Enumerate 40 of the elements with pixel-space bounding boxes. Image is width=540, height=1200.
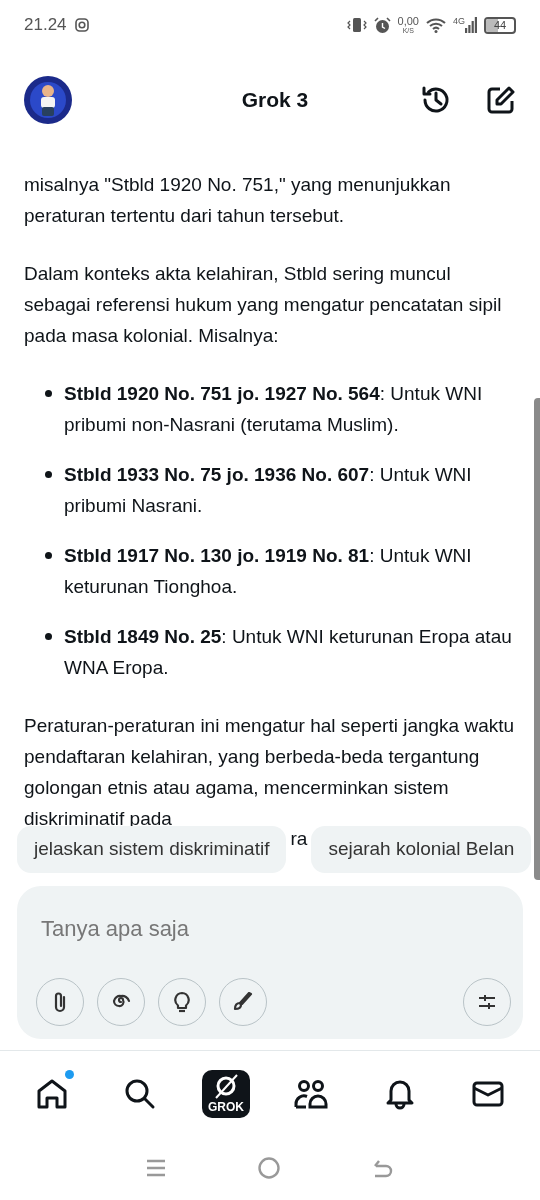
- list-item-text: Stbld 1933 No. 75 jo. 1936 No. 607: Untuk WNI pribumi Nasrani.: [64, 463, 473, 518]
- brush-icon: [233, 992, 253, 1012]
- bullet-icon: [45, 390, 52, 397]
- history-icon[interactable]: [420, 84, 452, 116]
- network-type: 4G: [453, 17, 465, 26]
- battery-level: 44: [493, 19, 507, 31]
- home-button-icon[interactable]: [258, 1157, 280, 1179]
- bullet-icon: [45, 471, 52, 478]
- grok-logo-icon: [213, 1074, 239, 1100]
- people-icon: [294, 1078, 330, 1109]
- bullet-icon: [45, 633, 52, 640]
- list-item-text: Stbld 1920 No. 751 jo. 1927 No. 564: Untuk WNI pribumi non-Nasrani (terutama Muslim).: [64, 382, 484, 437]
- recent-apps-icon[interactable]: [146, 1158, 166, 1178]
- camera-icon: [74, 18, 89, 32]
- prompt-input[interactable]: Tanya apa saja: [41, 912, 481, 945]
- home-icon: [36, 1077, 68, 1110]
- mail-icon: [472, 1079, 504, 1108]
- compose-icon[interactable]: [486, 85, 516, 115]
- vibrate-icon: [346, 17, 367, 33]
- grok-tab[interactable]: GROK: [202, 1069, 250, 1118]
- avatar[interactable]: [24, 76, 72, 124]
- message-text: Dalam konteks akta kelahiran, Stbld sering muncul sebagai referensi hukum yang mengatur pencatatan sipil pada masa kolonial. Misalnya:: [24, 262, 503, 348]
- sliders-icon: [477, 993, 497, 1011]
- chat-title: Grok 3: [241, 87, 309, 114]
- alarm-icon: [373, 16, 391, 34]
- list-item-text: Stbld 1849 No. 25: Untuk WNI keturunan Eropa atau WNA Eropa.: [64, 625, 513, 680]
- paperclip-icon: [52, 991, 68, 1013]
- signal-icon: [465, 17, 477, 33]
- message-text: misalnya "Stbld 1920 No. 751," yang menunjukkan peraturan tertentu dari tahun tersebut.: [24, 173, 452, 228]
- status-time: 21.24: [24, 14, 67, 37]
- wifi-icon: [426, 17, 446, 33]
- bullet-icon: [45, 552, 52, 559]
- lightbulb-icon: [173, 991, 191, 1013]
- list-item-text: Stbld 1917 No. 130 jo. 1919 No. 81: Untuk WNI keturunan Tionghoa.: [64, 544, 473, 599]
- scrollbar[interactable]: [534, 398, 540, 880]
- back-icon[interactable]: [372, 1158, 394, 1178]
- network-speed: 0,00: [397, 16, 419, 27]
- suggestion-chip[interactable]: sejarah kolonial Belan: [311, 826, 532, 873]
- suggestion-chip[interactable]: jelaskan sistem diskriminatif: [17, 826, 287, 873]
- search-icon: [124, 1077, 156, 1110]
